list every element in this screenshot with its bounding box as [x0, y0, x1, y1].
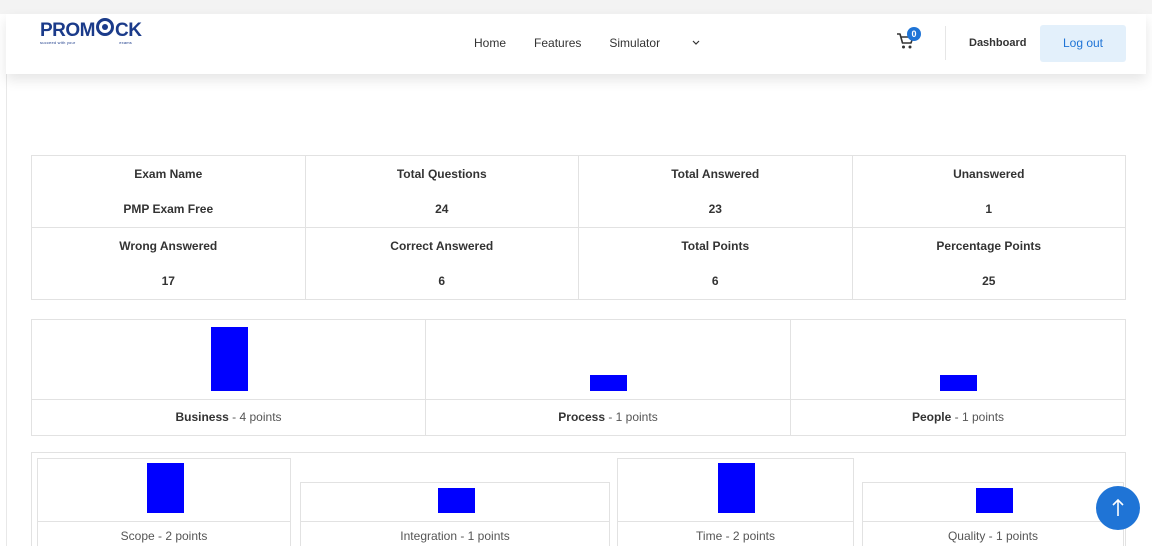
top-strip: [0, 0, 1152, 14]
summary-value-row: PMP Exam Free 24 23 1: [31, 191, 1126, 228]
chart-bar-people: [939, 375, 977, 391]
logo-text: PROM CK: [40, 18, 142, 41]
nav-features[interactable]: Features: [534, 36, 581, 50]
nav-simulator[interactable]: Simulator: [609, 36, 700, 50]
domain-cell-business: Business - 4 points: [32, 320, 426, 435]
area-cell-time: Time - 2 points: [617, 458, 854, 546]
summary-header-cell: Wrong Answered: [31, 227, 306, 264]
header-divider: [945, 26, 946, 60]
domain-name: Process: [558, 410, 605, 424]
nav-home[interactable]: Home: [474, 36, 506, 50]
domain-points: - 1 points: [605, 410, 658, 424]
chart-bar-integration: [437, 488, 475, 513]
summary-value-cell: 24: [305, 191, 579, 228]
summary-header-cell: Total Answered: [578, 155, 853, 192]
scroll-to-top-button[interactable]: [1096, 486, 1140, 530]
area-cell-quality: Quality - 1 points: [862, 482, 1124, 546]
summary-header-cell: Unanswered: [953, 166, 1025, 181]
domain-cell-process: Process - 1 points: [426, 320, 791, 435]
knowledge-area-points-chart: Scope - 2 points Integration - 1 points …: [31, 452, 1126, 546]
area-label-scope: Scope - 2 points: [38, 521, 290, 546]
logo-wordmark: PROM CK: [40, 18, 150, 42]
summary-header-row: Exam Name Total Questions Total Answered…: [31, 155, 1126, 192]
chart-bar-process: [590, 375, 627, 391]
domain-label-people: People - 1 points: [791, 399, 1125, 435]
arrow-up-icon: [1112, 498, 1124, 516]
summary-value-cell: 25: [982, 274, 996, 289]
area-label-integration: Integration - 1 points: [301, 521, 609, 546]
summary-header-cell: Total Points: [578, 227, 853, 264]
summary-header-cell: Percentage Points: [936, 238, 1042, 253]
logout-button[interactable]: Log out: [1040, 25, 1126, 62]
dashboard-link[interactable]: Dashboard: [969, 37, 1026, 49]
summary-value-cell: 1: [985, 202, 993, 217]
summary-value-cell: 17: [31, 263, 306, 300]
domain-points-chart: Business - 4 points Process - 1 points P…: [31, 319, 1126, 436]
area-cell-integration: Integration - 1 points: [300, 482, 610, 546]
summary-value-cell: PMP Exam Free: [31, 191, 306, 228]
area-label-quality: Quality - 1 points: [863, 521, 1123, 546]
cart-count-badge: 0: [907, 27, 921, 41]
nav-simulator-label: Simulator: [609, 36, 661, 50]
summary-value-cell: 6: [305, 263, 579, 300]
summary-header-cell: Exam Name: [31, 155, 306, 192]
domain-label-process: Process - 1 points: [426, 399, 790, 435]
summary-header-row: Wrong Answered Correct Answered Total Po…: [31, 227, 1126, 264]
domain-name: Business: [175, 410, 229, 424]
chart-bar-time: [718, 463, 755, 513]
summary-header-cell: Correct Answered: [305, 227, 579, 264]
domain-points: - 4 points: [228, 410, 282, 424]
area-cell-scope: Scope - 2 points: [37, 458, 291, 546]
target-icon: [96, 18, 114, 36]
area-label-time: Time - 2 points: [618, 521, 853, 546]
summary-value-row: 17 6 6 25: [31, 263, 1126, 300]
page-left-border: [6, 74, 7, 546]
summary-header-cell: Total Questions: [305, 155, 579, 192]
summary-value-cell: 23: [578, 191, 853, 228]
exam-summary-table: Exam Name Total Questions Total Answered…: [31, 155, 1126, 300]
domain-label-business: Business - 4 points: [32, 399, 425, 435]
logo-tagline-left: succeed with your: [40, 40, 76, 45]
logo-tagline-right: exams: [119, 40, 132, 45]
logo[interactable]: PROM CK succeed with your exams: [40, 18, 150, 48]
chart-bar-business: [210, 327, 248, 391]
domain-name: People: [911, 410, 952, 424]
chart-bar-scope: [146, 463, 184, 513]
summary-value-cell: 6: [578, 263, 853, 300]
chart-bar-quality: [975, 488, 1013, 513]
main-nav: Home Features Simulator: [474, 36, 728, 50]
domain-points: - 1 points: [951, 410, 1005, 424]
domain-cell-people: People - 1 points: [791, 320, 1125, 435]
chevron-down-icon: [692, 40, 700, 45]
